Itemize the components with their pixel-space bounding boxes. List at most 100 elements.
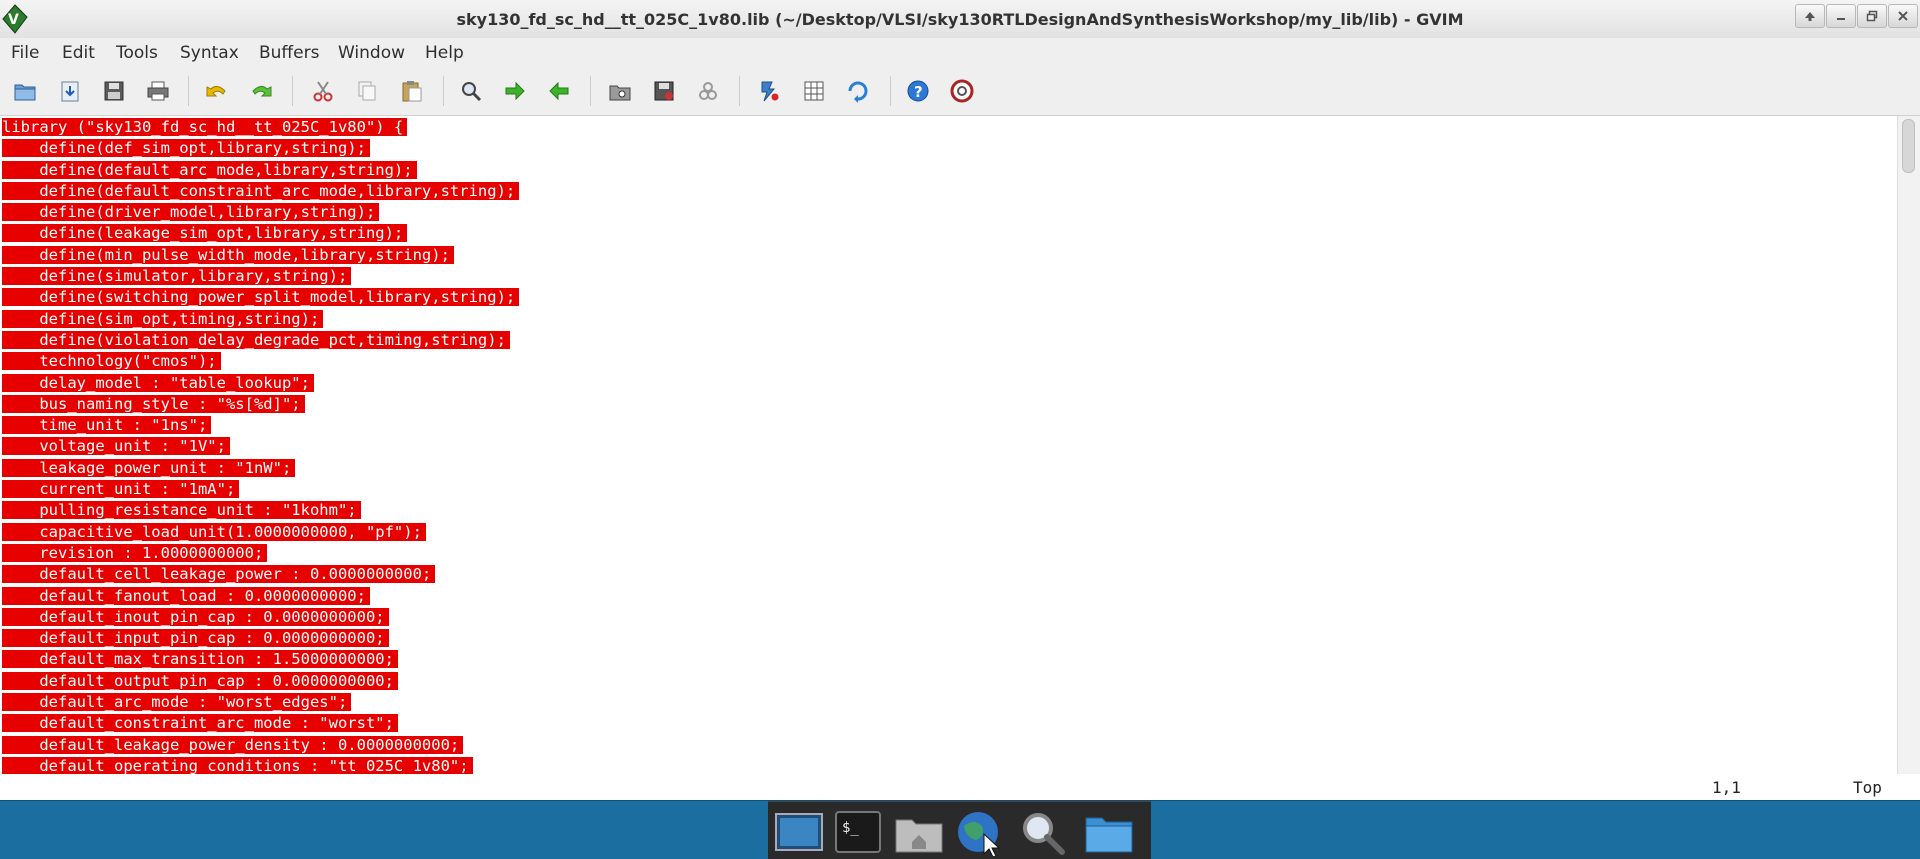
menu-window[interactable]: Window <box>338 43 405 63</box>
ctags-icon[interactable] <box>802 79 826 103</box>
scrollbar-thumb[interactable] <box>1902 119 1915 173</box>
code-line: library ("sky130_fd_sc_hd__tt_025C_1v80"… <box>2 117 519 138</box>
toolbar-separator <box>443 76 444 106</box>
save-icon[interactable] <box>102 79 126 103</box>
vertical-scrollbar[interactable] <box>1897 116 1920 774</box>
selected-text: define(default_constraint_arc_mode,libra… <box>2 181 520 200</box>
maximize-button[interactable] <box>1857 4 1887 28</box>
selected-text: define(def_sim_opt,library,string); <box>2 139 370 158</box>
code-line: voltage_unit : "1V"; <box>2 436 519 457</box>
selected-text: define(driver_model,library,string); <box>2 203 380 222</box>
code-line: default_input_pin_cap : 0.0000000000; <box>2 628 519 649</box>
code-line: default_constraint_arc_mode : "worst"; <box>2 713 519 734</box>
code-line: define(def_sim_opt,library,string); <box>2 138 519 159</box>
selected-text: bus_naming_style : "%s[%d]"; <box>2 394 305 413</box>
code-line: define(default_arc_mode,library,string); <box>2 160 519 181</box>
selected-text: default_leakage_power_density : 0.000000… <box>2 735 464 754</box>
find-icon[interactable] <box>459 79 483 103</box>
selected-text: technology("cmos"); <box>2 352 221 371</box>
selected-text: define(default_arc_mode,library,string); <box>2 160 417 179</box>
paste-icon[interactable] <box>400 79 424 103</box>
close-button[interactable] <box>1888 4 1918 28</box>
menu-help[interactable]: Help <box>425 43 464 63</box>
selected-text: default_inout_pin_cap : 0.0000000000; <box>2 607 389 626</box>
code-line: define(leakage_sim_opt,library,string); <box>2 223 519 244</box>
menu-file[interactable]: File <box>11 43 39 63</box>
find-help-icon[interactable] <box>950 79 974 103</box>
selected-text: capacitive_load_unit(1.0000000000, "pf")… <box>2 522 426 541</box>
jump-tag-icon[interactable] <box>846 79 870 103</box>
code-line: delay_model : "table_lookup"; <box>2 373 519 394</box>
selected-text: default_constraint_arc_mode : "worst"; <box>2 714 398 733</box>
selected-text: voltage_unit : "1V"; <box>2 437 230 456</box>
show-desktop-icon[interactable] <box>772 808 826 856</box>
home-folder-icon[interactable] <box>892 808 946 856</box>
code-line: technology("cmos"); <box>2 351 519 372</box>
title-bar[interactable]: V sky130_fd_sc_hd__tt_025C_1v80.lib (~/D… <box>0 0 1920 38</box>
selected-text: revision : 1.0000000000; <box>2 543 268 562</box>
code-line: leakage_power_unit : "1nW"; <box>2 458 519 479</box>
terminal-icon[interactable]: $_ <box>832 808 886 856</box>
restore-icon <box>1866 10 1878 22</box>
shade-button[interactable] <box>1795 4 1825 28</box>
selected-text: define(min_pulse_width_mode,library,stri… <box>2 245 454 264</box>
selected-text: default_arc_mode : "worst_edges"; <box>2 693 352 712</box>
code-line: define(switching_power_split_model,libra… <box>2 287 520 308</box>
run-script-icon[interactable] <box>696 79 720 103</box>
window-controls <box>1795 4 1918 28</box>
undo-icon[interactable] <box>205 79 229 103</box>
toolbar-separator <box>890 76 891 106</box>
web-browser-icon[interactable] <box>954 808 1008 856</box>
code-line: define(violation_delay_degrade_pct,timin… <box>2 330 519 351</box>
help-icon[interactable]: ? <box>906 79 930 103</box>
selected-text: default_fanout_load : 0.0000000000; <box>2 586 370 605</box>
scroll-position: Top <box>1853 778 1882 797</box>
toolbar-separator <box>590 76 591 106</box>
selected-text: default_operating_conditions : "tt_025C_… <box>2 756 473 775</box>
print-icon[interactable] <box>146 79 170 103</box>
selected-text: pulling_resistance_unit : "1kohm"; <box>2 501 361 520</box>
selected-text: define(sim_opt,timing,string); <box>2 309 324 328</box>
save-session-icon[interactable] <box>652 79 676 103</box>
toolbar-separator <box>188 76 189 106</box>
selected-text: define(switching_power_split_model,libra… <box>2 288 520 307</box>
code-line: time_unit : "1ns"; <box>2 415 519 436</box>
code-lines: library ("sky130_fd_sc_hd__tt_025C_1v80"… <box>2 117 520 777</box>
dock-panel: $_ <box>768 801 1151 859</box>
load-session-folder-icon[interactable] <box>608 79 632 103</box>
selected-text: define(leakage_sim_opt,library,string); <box>2 224 408 243</box>
find-previous-icon[interactable] <box>547 79 571 103</box>
cursor-position: 1,1 <box>1712 778 1741 797</box>
menu-bar: File Edit Tools Syntax Buffers Window He… <box>0 38 1920 67</box>
cut-icon[interactable] <box>311 79 335 103</box>
files-folder-icon[interactable] <box>1082 808 1136 856</box>
code-line: default_leakage_power_density : 0.000000… <box>2 735 519 756</box>
menu-buffers[interactable]: Buffers <box>259 43 319 63</box>
code-line: pulling_resistance_unit : "1kohm"; <box>2 500 519 521</box>
minimize-button[interactable] <box>1826 4 1856 28</box>
menu-edit[interactable]: Edit <box>62 43 95 63</box>
code-line: default_arc_mode : "worst_edges"; <box>2 692 519 713</box>
load-session-icon[interactable] <box>58 79 82 103</box>
toolbar-separator <box>739 76 740 106</box>
make-icon[interactable] <box>757 79 781 103</box>
code-line: bus_naming_style : "%s[%d]"; <box>2 394 519 415</box>
open-file-icon[interactable] <box>13 79 37 103</box>
selected-text: default_input_pin_cap : 0.0000000000; <box>2 629 389 648</box>
menu-tools[interactable]: Tools <box>116 43 158 63</box>
menu-syntax[interactable]: Syntax <box>180 43 239 63</box>
find-next-icon[interactable] <box>503 79 527 103</box>
window-title: sky130_fd_sc_hd__tt_025C_1v80.lib (~/Des… <box>456 10 1464 29</box>
copy-icon[interactable] <box>355 79 379 103</box>
close-icon <box>1898 11 1908 21</box>
selected-text: define(violation_delay_degrade_pct,timin… <box>2 330 510 349</box>
redo-icon[interactable] <box>249 79 273 103</box>
search-icon[interactable] <box>1016 808 1070 856</box>
selected-text: library ("sky130_fd_sc_hd__tt_025C_1v80"… <box>2 118 408 136</box>
code-line: default_inout_pin_cap : 0.0000000000; <box>2 607 519 628</box>
code-line: define(driver_model,library,string); <box>2 202 519 223</box>
code-line: default_output_pin_cap : 0.0000000000; <box>2 671 519 692</box>
text-editor-area[interactable]: library ("sky130_fd_sc_hd__tt_025C_1v80"… <box>0 116 1900 777</box>
arrow-up-icon <box>1805 12 1815 21</box>
selected-text: define(simulator,library,string); <box>2 267 352 286</box>
